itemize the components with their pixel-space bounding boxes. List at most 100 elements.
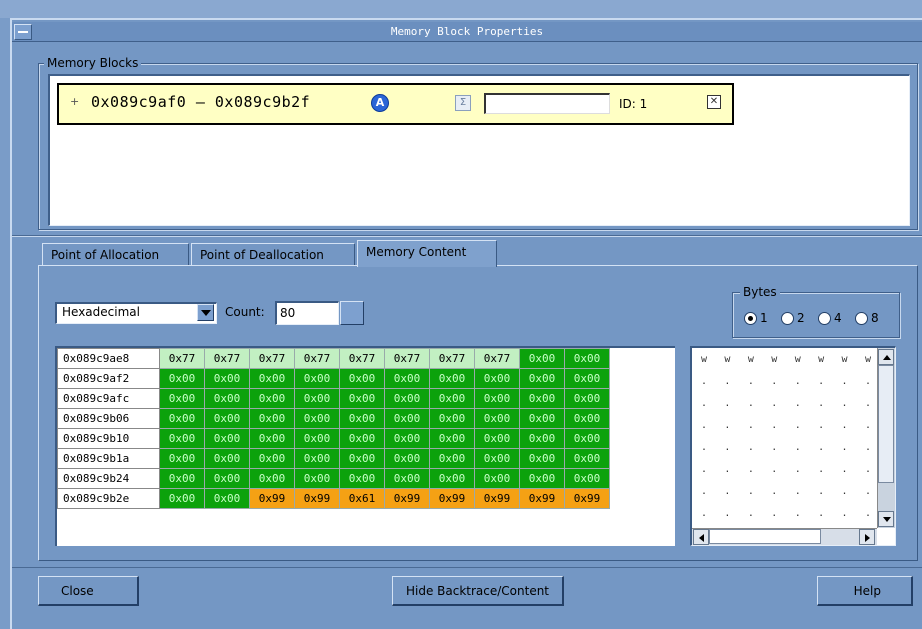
tab-memory-content[interactable]: Memory Content [357, 240, 497, 267]
memory-byte-cell[interactable]: 0x99 [249, 488, 295, 509]
memory-byte-cell[interactable]: 0x00 [249, 428, 295, 449]
memory-byte-cell[interactable]: 0x00 [339, 428, 385, 449]
memory-byte-cell[interactable]: 0x00 [294, 428, 340, 449]
radio-icon[interactable] [781, 312, 794, 325]
memory-byte-cell[interactable]: 0x99 [564, 488, 610, 509]
memory-byte-cell[interactable]: 0x00 [204, 388, 250, 409]
memory-byte-cell[interactable]: 0x00 [339, 468, 385, 489]
memory-byte-cell[interactable]: 0x00 [159, 488, 205, 509]
memory-byte-cell[interactable]: 0x00 [474, 408, 520, 429]
memory-byte-cell[interactable]: 0x00 [474, 388, 520, 409]
memory-byte-cell[interactable]: 0x99 [294, 488, 340, 509]
memory-byte-cell[interactable]: 0x00 [564, 468, 610, 489]
vertical-scroll-thumb[interactable] [878, 365, 894, 483]
memory-byte-cell[interactable]: 0x00 [294, 368, 340, 389]
memory-byte-cell[interactable]: 0x77 [204, 348, 250, 369]
memory-byte-cell[interactable]: 0x77 [384, 348, 430, 369]
memory-byte-cell[interactable]: 0x00 [519, 428, 565, 449]
tab-point-of-deallocation[interactable]: Point of Deallocation [191, 243, 355, 266]
memory-byte-cell[interactable]: 0x00 [384, 408, 430, 429]
memory-byte-cell[interactable]: 0x00 [339, 388, 385, 409]
memory-byte-cell[interactable]: 0x00 [249, 368, 295, 389]
memory-byte-cell[interactable]: 0x00 [519, 388, 565, 409]
tab-point-of-allocation[interactable]: Point of Allocation [42, 243, 189, 266]
sigma-icon[interactable]: Σ [455, 95, 471, 111]
memory-byte-cell[interactable]: 0x00 [249, 408, 295, 429]
memory-byte-cell[interactable]: 0x00 [519, 348, 565, 369]
radio-icon[interactable] [855, 312, 868, 325]
pane-divider[interactable] [12, 235, 922, 237]
memory-byte-cell[interactable]: 0x99 [519, 488, 565, 509]
scroll-right-button[interactable] [859, 529, 875, 545]
memory-byte-cell[interactable]: 0x00 [564, 408, 610, 429]
memory-byte-cell[interactable]: 0x00 [159, 368, 205, 389]
memory-byte-cell[interactable]: 0x00 [519, 408, 565, 429]
memory-byte-cell[interactable]: 0x77 [249, 348, 295, 369]
bytes-option-4[interactable]: 4 [818, 311, 842, 327]
memory-byte-cell[interactable]: 0x00 [429, 408, 475, 429]
memory-byte-cell[interactable]: 0x00 [384, 388, 430, 409]
memory-byte-cell[interactable]: 0x00 [159, 468, 205, 489]
memory-byte-cell[interactable]: 0x00 [339, 368, 385, 389]
memory-byte-cell[interactable]: 0x77 [159, 348, 205, 369]
memory-byte-cell[interactable]: 0x00 [159, 408, 205, 429]
scroll-down-button[interactable] [878, 511, 894, 527]
memory-byte-cell[interactable]: 0x00 [249, 448, 295, 469]
memory-byte-cell[interactable]: 0x00 [474, 428, 520, 449]
memory-byte-cell[interactable]: 0x00 [564, 348, 610, 369]
memory-byte-cell[interactable]: 0x77 [294, 348, 340, 369]
memory-byte-cell[interactable]: 0x00 [474, 368, 520, 389]
memory-byte-cell[interactable]: 0x00 [429, 448, 475, 469]
bytes-option-2[interactable]: 2 [781, 311, 805, 327]
hide-backtrace-button[interactable]: Hide Backtrace/Content [392, 576, 564, 606]
memory-byte-cell[interactable]: 0x00 [339, 448, 385, 469]
scroll-up-button[interactable] [878, 349, 894, 365]
memory-byte-cell[interactable]: 0x00 [204, 468, 250, 489]
close-block-icon[interactable]: ✕ [707, 95, 721, 109]
memory-byte-cell[interactable]: 0x99 [474, 488, 520, 509]
memory-byte-cell[interactable]: 0x77 [429, 348, 475, 369]
memory-byte-cell[interactable]: 0x00 [429, 428, 475, 449]
memory-byte-cell[interactable]: 0x00 [429, 388, 475, 409]
memory-byte-cell[interactable]: 0x00 [159, 448, 205, 469]
memory-byte-cell[interactable]: 0x00 [564, 448, 610, 469]
bytes-option-8[interactable]: 8 [855, 311, 879, 327]
count-apply-button[interactable] [340, 301, 364, 325]
scroll-left-button[interactable] [693, 529, 709, 545]
memory-byte-cell[interactable]: 0x00 [249, 468, 295, 489]
memory-byte-cell[interactable]: 0x00 [564, 428, 610, 449]
memory-byte-cell[interactable]: 0x00 [519, 448, 565, 469]
memory-byte-cell[interactable]: 0x00 [474, 468, 520, 489]
address-info-icon[interactable]: A [371, 94, 389, 112]
memory-byte-cell[interactable]: 0x00 [159, 388, 205, 409]
memory-byte-cell[interactable]: 0x00 [204, 448, 250, 469]
memory-byte-cell[interactable]: 0x00 [384, 368, 430, 389]
memory-byte-cell[interactable]: 0x77 [339, 348, 385, 369]
horizontal-scroll-thumb[interactable] [709, 529, 821, 544]
memory-byte-cell[interactable]: 0x00 [564, 368, 610, 389]
memory-byte-cell[interactable]: 0x00 [294, 408, 340, 429]
count-input[interactable]: 80 [275, 301, 339, 325]
memory-byte-cell[interactable]: 0x00 [519, 468, 565, 489]
memory-byte-cell[interactable]: 0x00 [159, 428, 205, 449]
bytes-option-1[interactable]: 1 [744, 311, 768, 327]
memory-byte-cell[interactable]: 0x00 [339, 408, 385, 429]
memory-byte-cell[interactable]: 0x99 [429, 488, 475, 509]
expand-icon[interactable]: + [70, 95, 79, 108]
memory-byte-cell[interactable]: 0x00 [204, 408, 250, 429]
memory-byte-cell[interactable]: 0x00 [204, 368, 250, 389]
memory-byte-cell[interactable]: 0x00 [429, 368, 475, 389]
memory-byte-cell[interactable]: 0x77 [474, 348, 520, 369]
memory-byte-cell[interactable]: 0x00 [384, 468, 430, 489]
help-button[interactable]: Help [817, 576, 913, 606]
memory-byte-cell[interactable]: 0x99 [384, 488, 430, 509]
memory-byte-cell[interactable]: 0x00 [429, 468, 475, 489]
memory-byte-cell[interactable]: 0x00 [384, 448, 430, 469]
memory-byte-cell[interactable]: 0x00 [204, 488, 250, 509]
memory-byte-cell[interactable]: 0x00 [519, 368, 565, 389]
memory-byte-cell[interactable]: 0x61 [339, 488, 385, 509]
memory-byte-cell[interactable]: 0x00 [249, 388, 295, 409]
memory-byte-cell[interactable]: 0x00 [294, 448, 340, 469]
memory-byte-cell[interactable]: 0x00 [294, 468, 340, 489]
memory-byte-cell[interactable]: 0x00 [294, 388, 340, 409]
